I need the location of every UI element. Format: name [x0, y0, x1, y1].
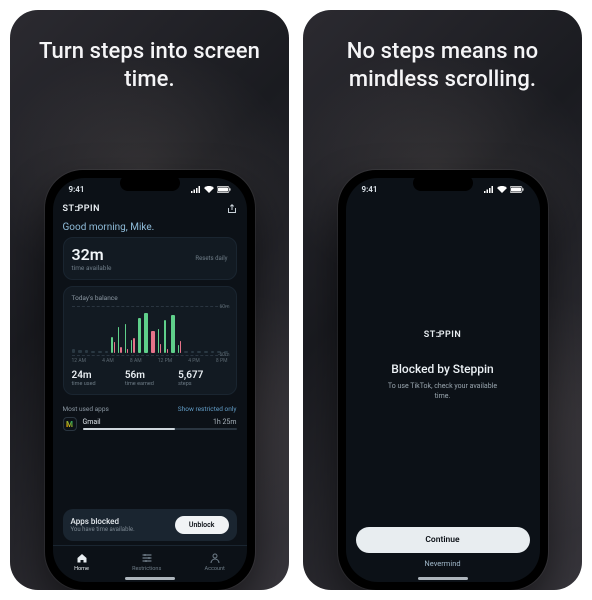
share-icon[interactable] [227, 204, 237, 214]
time-available-card[interactable]: 32m time available Resets daily [63, 237, 237, 280]
balance-chart: 60m -60m [72, 306, 228, 356]
gmail-icon: M [63, 417, 77, 431]
tab-home[interactable]: Home [74, 552, 89, 572]
most-used-title: Most used apps [63, 405, 109, 413]
dynamic-island [120, 175, 180, 191]
status-icons [191, 186, 231, 193]
promo-slide-right: No steps means no mindless scrolling. 9:… [303, 10, 582, 590]
unblock-button[interactable]: Unblock [175, 516, 229, 534]
app-time: 1h 25m [213, 418, 237, 426]
tab-account[interactable]: Account [205, 552, 225, 572]
metric-time-earned: 56m time earned [125, 370, 174, 387]
battery-icon [510, 186, 524, 193]
home-indicator[interactable] [125, 577, 175, 580]
app-name: Gmail [83, 418, 101, 426]
brand-wordmark: ST::PPIN [424, 330, 461, 340]
phone-mockup-left: 9:41 ST::PPIN Good morning, Mike. 32m ti… [45, 170, 255, 590]
list-item[interactable]: M Gmail 1h 25m [63, 417, 237, 431]
banner-sub: You have time available. [71, 526, 135, 533]
screen-dashboard: 9:41 ST::PPIN Good morning, Mike. 32m ti… [53, 178, 247, 582]
resets-label: Resets daily [195, 255, 227, 262]
slide-headline: Turn steps into screen time. [31, 38, 268, 93]
phone-mockup-right: 9:41 ST::PPIN Blocked by Steppin To use … [338, 170, 548, 590]
wifi-icon [204, 186, 214, 193]
blocked-banner: Apps blocked You have time available. Un… [63, 509, 237, 541]
chart-ylabel-top: 60m [219, 304, 229, 310]
metric-steps: 5,677 steps [178, 370, 227, 387]
banner-title: Apps blocked [71, 517, 135, 526]
time-available-value: 32m [72, 245, 112, 264]
slide-headline: No steps means no mindless scrolling. [324, 38, 561, 93]
balance-card: Today's balance 60m -60m [63, 286, 237, 395]
app-usage-bar [83, 428, 237, 430]
screen-blocked: 9:41 ST::PPIN Blocked by Steppin To use … [346, 178, 540, 582]
balance-title: Today's balance [72, 294, 228, 302]
home-icon [76, 552, 88, 564]
home-indicator[interactable] [418, 577, 468, 580]
status-time: 9:41 [362, 185, 378, 194]
metric-time-used: 24m time used [72, 370, 121, 387]
status-time: 9:41 [69, 185, 85, 194]
signal-icon [191, 186, 201, 193]
chart-xlabels: 12 AM 4 AM 8 AM 12 PM 4 PM 8 PM [72, 358, 228, 364]
nevermind-link[interactable]: Nevermind [356, 559, 530, 568]
continue-button[interactable]: Continue [356, 527, 530, 553]
tab-restrictions[interactable]: Restrictions [132, 552, 161, 572]
greeting-text: Good morning, Mike. [63, 222, 237, 233]
signal-icon [484, 186, 494, 193]
wifi-icon [497, 186, 507, 193]
tab-bar: Home Restrictions Account [53, 545, 247, 574]
person-icon [209, 552, 221, 564]
time-available-label: time available [72, 264, 112, 272]
blocked-sub: To use TikTok, check your available time… [382, 382, 504, 400]
battery-icon [217, 186, 231, 193]
chart-ylabel-bot: -60m [218, 352, 229, 358]
status-icons [484, 186, 524, 193]
blocked-title: Blocked by Steppin [391, 362, 493, 376]
dynamic-island [413, 175, 473, 191]
show-restricted-link[interactable]: Show restricted only [178, 405, 237, 413]
sliders-icon [141, 552, 153, 564]
blocked-content: ST::PPIN Blocked by Steppin To use TikTo… [356, 204, 530, 527]
app-header: ST::PPIN [63, 204, 237, 214]
brand-wordmark: ST::PPIN [63, 204, 100, 214]
promo-slide-left: Turn steps into screen time. 9:41 ST::PP… [10, 10, 289, 590]
